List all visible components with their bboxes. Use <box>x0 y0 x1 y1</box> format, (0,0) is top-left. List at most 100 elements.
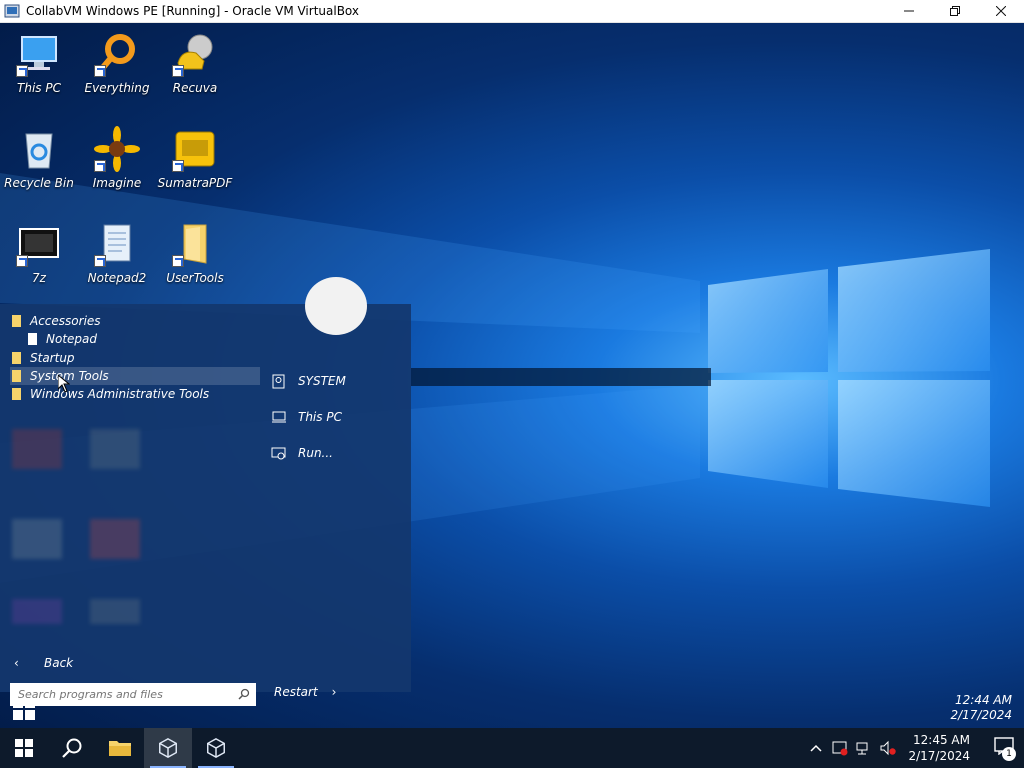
tiles-background-blur <box>0 409 262 624</box>
start-item-this-pc[interactable]: This PC <box>271 409 342 425</box>
folder-icon <box>10 352 22 364</box>
program-label: Startup <box>30 351 75 365</box>
chevron-right-icon: › <box>331 685 337 699</box>
guest-clock-date: 2/17/2024 <box>950 708 1012 722</box>
folder-icon <box>108 738 132 758</box>
windows-logo-icon <box>15 739 33 757</box>
restart-label: Restart <box>274 685 318 699</box>
program-label: Windows Administrative Tools <box>30 387 210 401</box>
start-menu: Accessories Notepad Startup System Tools… <box>0 277 411 706</box>
restart-button[interactable]: Restart › <box>274 685 336 699</box>
folder-icon <box>10 370 22 382</box>
desktop-icon-recuva[interactable]: Recuva <box>156 31 234 95</box>
taskbar-clock-time: 12:45 AM <box>913 733 970 747</box>
run-icon <box>271 445 287 461</box>
start-button[interactable] <box>0 728 48 768</box>
desktop-icon-notepad2[interactable]: Notepad2 <box>78 221 156 285</box>
guest-screen: This PC Everything Recuva Recycle Bin Im… <box>0 23 1024 768</box>
program-folder-windows-administrative-tools[interactable]: Windows Administrative Tools <box>10 385 260 403</box>
program-item-notepad[interactable]: Notepad <box>26 330 260 348</box>
chevron-up-icon <box>810 744 822 752</box>
program-folder-accessories[interactable]: Accessories <box>10 312 260 330</box>
search-input[interactable] <box>18 688 238 701</box>
program-folder-startup[interactable]: Startup <box>10 349 260 367</box>
recycle-bin-icon <box>16 126 62 172</box>
tray-overflow-button[interactable] <box>804 728 828 768</box>
close-button[interactable] <box>978 0 1024 23</box>
desktop-icon-label: SumatraPDF <box>157 176 233 190</box>
computer-icon <box>271 409 287 425</box>
user-avatar[interactable] <box>305 277 367 335</box>
desktop-icon-this-pc[interactable]: This PC <box>0 31 78 95</box>
desktop-icon-label: Imagine <box>92 176 142 190</box>
shortcut-arrow-icon <box>172 65 184 77</box>
program-label: Notepad <box>46 332 97 346</box>
taskbar: 12:45 AM 2/17/2024 1 <box>0 728 1024 768</box>
desktop-icon-label: Notepad2 <box>87 271 147 285</box>
user-icon <box>271 373 287 389</box>
start-item-label: Run... <box>298 446 333 460</box>
guest-start-button[interactable] <box>0 693 48 728</box>
mouse-cursor-icon <box>58 375 70 393</box>
start-item-run[interactable]: Run... <box>271 445 333 461</box>
system-tray: 12:45 AM 2/17/2024 1 <box>804 728 1024 768</box>
shortcut-arrow-icon <box>172 160 184 172</box>
volume-muted-icon <box>880 740 897 756</box>
shortcut-arrow-icon <box>16 255 28 267</box>
program-list: Accessories Notepad Startup System Tools… <box>0 304 262 706</box>
guest-clock-time: 12:44 AM <box>955 693 1012 707</box>
start-item-label: SYSTEM <box>298 374 346 388</box>
start-item-system-user[interactable]: SYSTEM <box>271 373 346 389</box>
network-icon <box>856 740 872 756</box>
desktop-icon-label: Recycle Bin <box>4 176 74 190</box>
folder-icon <box>10 315 22 327</box>
shortcut-arrow-icon <box>94 160 106 172</box>
restore-icon <box>950 6 960 16</box>
notification-count-badge: 1 <box>1002 747 1016 761</box>
windows-logo-icon <box>12 697 36 725</box>
shortcut-arrow-icon <box>16 65 28 77</box>
taskbar-virtualbox-1[interactable] <box>144 728 192 768</box>
shortcut-arrow-icon <box>94 255 106 267</box>
virtualbox-cube-icon <box>205 737 227 759</box>
virtualbox-cube-icon <box>157 737 179 759</box>
search-icon <box>238 685 250 704</box>
search-button[interactable] <box>48 728 96 768</box>
desktop-icon-label: Recuva <box>172 81 218 95</box>
window-title: CollabVM Windows PE [Running] - Oracle V… <box>26 4 359 18</box>
desktop-icon-everything[interactable]: Everything <box>78 31 156 95</box>
restore-button[interactable] <box>932 0 978 23</box>
back-label: Back <box>44 656 74 670</box>
vbox-title-bar: CollabVM Windows PE [Running] - Oracle V… <box>0 0 1024 23</box>
chevron-left-icon: ‹ <box>14 656 19 670</box>
action-center-button[interactable]: 1 <box>984 728 1024 768</box>
minimize-button[interactable] <box>886 0 932 23</box>
program-folder-system-tools[interactable]: System Tools <box>10 367 260 385</box>
minimize-icon <box>904 6 914 16</box>
taskbar-virtualbox-2[interactable] <box>192 728 240 768</box>
desktop-icon-label: Everything <box>84 81 150 95</box>
desktop-icon-sumatrapdf[interactable]: SumatraPDF <box>156 126 234 190</box>
shortcut-arrow-icon <box>172 255 184 267</box>
file-icon <box>26 333 38 345</box>
tray-security-button[interactable] <box>828 728 852 768</box>
shortcut-arrow-icon <box>94 65 106 77</box>
back-button[interactable]: ‹ Back <box>14 656 73 670</box>
virtualbox-icon <box>4 3 20 19</box>
program-label: Accessories <box>30 314 101 328</box>
security-alert-icon <box>832 740 848 756</box>
desktop-icon-label: This PC <box>17 81 61 95</box>
guest-clock: 12:44 AM 2/17/2024 <box>950 693 1012 723</box>
desktop-icon-usertools[interactable]: UserTools <box>156 221 234 285</box>
taskbar-clock[interactable]: 12:45 AM 2/17/2024 <box>908 732 970 764</box>
tray-volume-button[interactable] <box>876 728 900 768</box>
folder-icon <box>10 388 22 400</box>
desktop-icon-recycle-bin[interactable]: Recycle Bin <box>0 126 78 190</box>
desktop-icon-label: UserTools <box>166 271 224 285</box>
desktop-icon-7z[interactable]: 7z <box>0 221 78 285</box>
search-icon <box>61 737 83 759</box>
tray-network-button[interactable] <box>852 728 876 768</box>
taskbar-file-explorer[interactable] <box>96 728 144 768</box>
taskbar-clock-date: 2/17/2024 <box>908 749 970 763</box>
desktop-icon-imagine[interactable]: Imagine <box>78 126 156 190</box>
